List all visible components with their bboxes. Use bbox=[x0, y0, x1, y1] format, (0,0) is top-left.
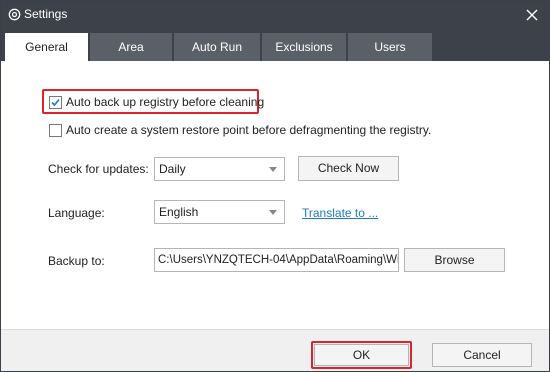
dialog-footer: OK Cancel bbox=[1, 329, 549, 371]
tab-users[interactable]: Users bbox=[348, 33, 432, 61]
backup-registry-label: Auto back up registry before cleaning bbox=[66, 95, 265, 109]
backup-path-field[interactable]: C:\Users\YNZQTECH-04\AppData\Roaming\Wis… bbox=[154, 248, 399, 272]
language-label: Language: bbox=[48, 206, 105, 220]
tab-auto-run[interactable]: Auto Run bbox=[174, 33, 260, 61]
restore-point-checkbox[interactable] bbox=[49, 123, 62, 137]
check-now-button[interactable]: Check Now bbox=[298, 156, 399, 181]
checkmark-icon bbox=[51, 98, 60, 106]
language-value: English bbox=[159, 205, 199, 219]
backup-registry-option[interactable]: Auto back up registry before cleaning bbox=[49, 95, 264, 109]
chevron-down-icon bbox=[269, 210, 277, 215]
settings-window: Settings General Area Auto Run Exclusion… bbox=[0, 0, 550, 372]
tab-exclusions[interactable]: Exclusions bbox=[262, 33, 346, 61]
tab-general[interactable]: General bbox=[5, 33, 88, 61]
chevron-down-icon bbox=[269, 167, 277, 172]
translate-link[interactable]: Translate to ... bbox=[302, 206, 378, 220]
restore-point-label: Auto create a system restore point befor… bbox=[66, 123, 432, 137]
tab-area[interactable]: Area bbox=[90, 33, 172, 61]
updates-frequency-select[interactable]: Daily bbox=[154, 157, 285, 181]
window-title: Settings bbox=[24, 7, 68, 21]
backup-registry-checkbox[interactable] bbox=[49, 95, 62, 109]
title-bar: Settings bbox=[1, 1, 549, 29]
backup-to-label: Backup to: bbox=[48, 254, 105, 268]
language-select[interactable]: English bbox=[154, 200, 285, 224]
updates-label: Check for updates: bbox=[48, 162, 149, 176]
browse-button[interactable]: Browse bbox=[404, 248, 505, 272]
ok-button[interactable]: OK bbox=[314, 344, 409, 366]
settings-gear-icon bbox=[8, 8, 21, 21]
updates-frequency-value: Daily bbox=[159, 162, 186, 176]
cancel-button[interactable]: Cancel bbox=[432, 343, 532, 367]
restore-point-option[interactable]: Auto create a system restore point befor… bbox=[49, 123, 431, 137]
general-panel: Auto back up registry before cleaning Au… bbox=[1, 61, 549, 329]
tab-bar: General Area Auto Run Exclusions Users bbox=[1, 29, 549, 61]
close-icon[interactable] bbox=[521, 4, 543, 26]
